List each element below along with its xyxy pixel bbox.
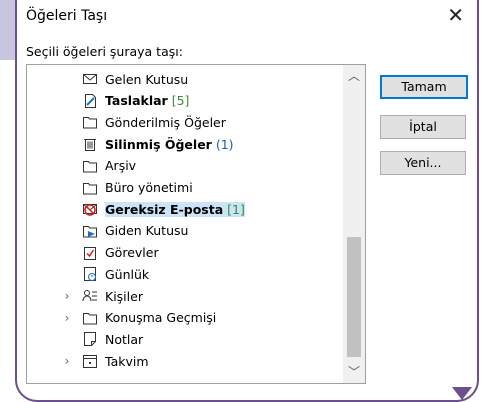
folder-tree-item[interactable]: Silinmiş Öğeler (1) (27, 134, 341, 154)
folder-name: Gönderilmiş Öğeler (105, 114, 226, 130)
folder-label: Notlar (105, 332, 143, 347)
folder-icon (82, 180, 98, 196)
callout-tail (452, 387, 472, 400)
folder-label: Taslaklar [5] (105, 93, 189, 108)
folder-label: Görevler (105, 245, 159, 260)
folder-label: Arşiv (105, 158, 136, 173)
unread-count: [1] (227, 201, 245, 217)
notes-icon (82, 331, 98, 347)
vertical-scrollbar[interactable]: ︿ ﹀ (343, 65, 365, 383)
folder-tree-item[interactable]: Giden Kutusu (27, 221, 341, 241)
scroll-thumb[interactable] (347, 237, 361, 357)
calendar-icon (82, 353, 98, 369)
draft-icon (82, 93, 98, 109)
folder-label: Gelen Kutusu (105, 72, 188, 87)
folder-tree-item[interactable]: Büro yönetimi (27, 178, 341, 198)
expand-chevron-icon[interactable]: › (61, 289, 73, 303)
folder-label: Gereksiz E-posta [1] (105, 201, 245, 217)
folder-name: Silinmiş Öğeler (105, 136, 212, 152)
folder-tree-item[interactable]: Gelen Kutusu (27, 69, 341, 89)
folder-tree-item[interactable]: Günlük (27, 264, 341, 284)
folder-label: Silinmiş Öğeler (1) (105, 137, 234, 152)
folder-name: Görevler (105, 245, 159, 261)
folder-tree[interactable]: Gelen Kutusu Taslaklar [5] Gönderilmiş Öğel… (26, 64, 366, 384)
scroll-up-icon[interactable]: ︿ (343, 65, 365, 85)
journal-icon (82, 266, 98, 282)
folder-tree-item[interactable]: Gönderilmiş Öğeler (27, 112, 341, 132)
title-bar: Öğeleri Taşı ✕ (24, 4, 464, 30)
folder-tree-item[interactable]: › Kişiler (27, 286, 341, 306)
new-folder-button[interactable]: Yeni... (380, 151, 466, 175)
trash-icon (82, 136, 98, 152)
close-icon[interactable]: ✕ (447, 4, 464, 26)
folder-label: Büro yönetimi (105, 180, 193, 195)
folder-tree-item[interactable]: › Konuşma Geçmişi (27, 308, 341, 328)
ok-button[interactable]: Tamam (380, 75, 468, 99)
folder-tree-item[interactable]: Notlar (27, 329, 341, 349)
folder-tree-item[interactable]: Arşiv (27, 156, 341, 176)
folder-name: Arşiv (105, 158, 137, 174)
folder-label: Gönderilmiş Öğeler (105, 115, 226, 130)
folder-name: Gelen Kutusu (105, 71, 189, 87)
folder-icon (82, 158, 98, 174)
folder-name: Gereksiz E-posta (105, 201, 224, 217)
folder-name: Büro yönetimi (105, 180, 193, 195)
contacts-icon (82, 288, 98, 304)
folder-tree-item[interactable]: Gereksiz E-posta [1] (27, 199, 341, 219)
folder-tree-item[interactable]: Görevler (27, 243, 341, 263)
tasks-icon (82, 245, 98, 261)
folder-label: Giden Kutusu (105, 223, 188, 238)
folder-tree-item[interactable]: › Takvim (27, 351, 341, 371)
folder-name: Taslaklar (105, 93, 168, 109)
outbox-icon (82, 223, 98, 239)
folder-name: Notlar (105, 331, 144, 347)
scroll-down-icon[interactable]: ﹀ (343, 363, 365, 383)
expand-chevron-icon[interactable]: › (61, 311, 73, 325)
mail-icon (82, 71, 98, 87)
cancel-button[interactable]: İptal (380, 115, 466, 139)
dialog-title: Öğeleri Taşı (26, 8, 108, 24)
folder-icon (82, 114, 98, 130)
folder-icon (82, 310, 98, 326)
junk-mail-icon (82, 201, 98, 217)
folder-label: Takvim (105, 354, 149, 369)
folder-label: Günlük (105, 267, 149, 282)
move-prompt: Seçili öğeleri şuraya taşı: (26, 44, 183, 59)
unread-count: (1) (215, 136, 234, 152)
folder-name: Kişiler (105, 288, 143, 304)
folder-name: Konuşma Geçmişi (105, 310, 217, 326)
folder-tree-item[interactable]: Taslaklar [5] (27, 91, 341, 111)
expand-chevron-icon[interactable]: › (61, 354, 73, 368)
unread-count: [5] (171, 93, 190, 109)
folder-label: Konuşma Geçmişi (105, 310, 216, 325)
folder-name: Günlük (105, 266, 150, 282)
folder-name: Giden Kutusu (105, 223, 189, 239)
folder-name: Takvim (105, 353, 149, 369)
folder-label: Kişiler (105, 289, 143, 304)
